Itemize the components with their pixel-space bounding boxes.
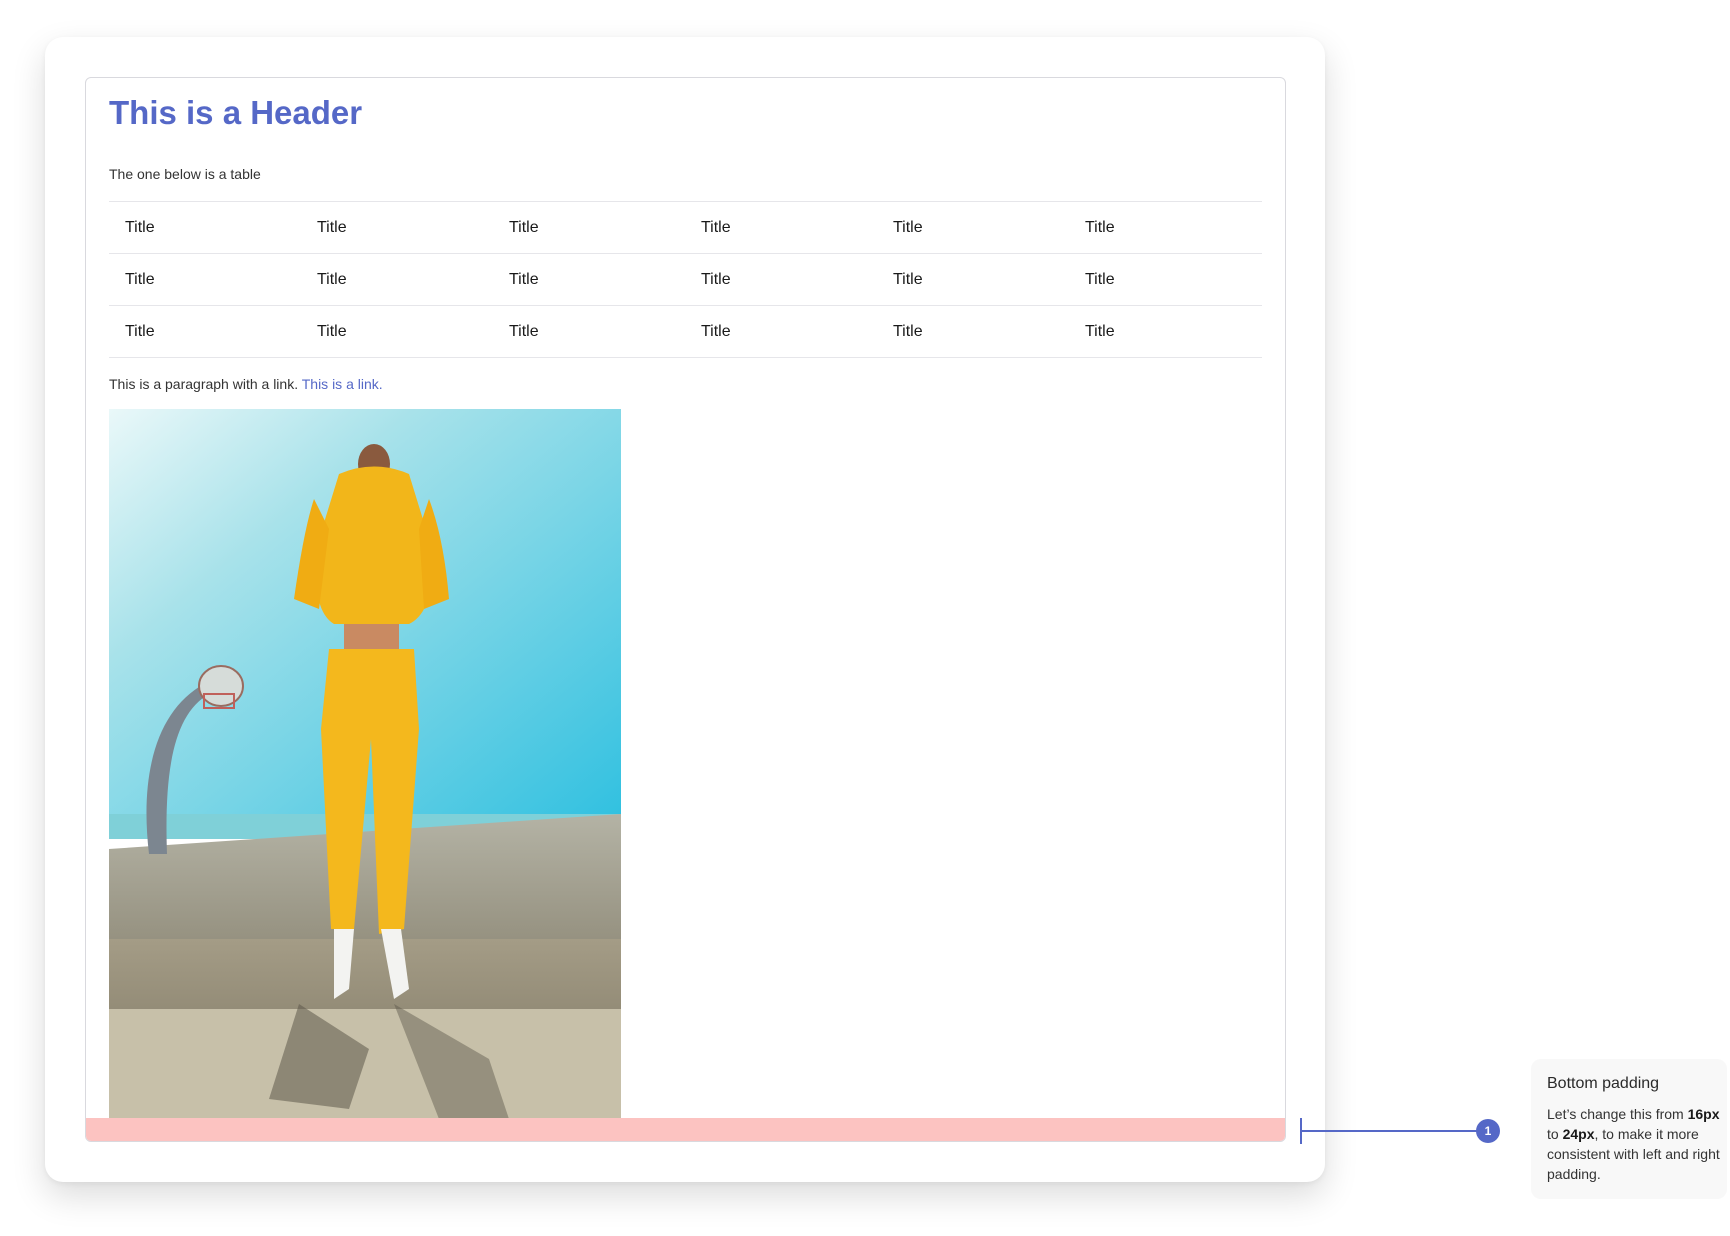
table-row: Title Title Title Title Title Title — [109, 306, 1262, 358]
table-cell: Title — [509, 322, 539, 340]
table-cell: Title — [1085, 322, 1115, 340]
paragraph: This is a paragraph with a link. This is… — [109, 376, 383, 392]
table-cell: Title — [701, 218, 731, 236]
note-body: Let’s change this from 16px to 24px, to … — [1547, 1104, 1723, 1184]
table-row: Title Title Title Title Title Title — [109, 202, 1262, 254]
data-table: Title Title Title Title Title Title Titl… — [109, 201, 1262, 358]
table-cell: Title — [1085, 218, 1115, 236]
table-cell: Title — [317, 322, 347, 340]
note-text: to — [1547, 1126, 1559, 1142]
annotation-connector-line — [1301, 1130, 1477, 1132]
table-cell: Title — [317, 270, 347, 288]
paragraph-text: This is a paragraph with a link. — [109, 376, 299, 392]
table-cell: Title — [317, 218, 347, 236]
paragraph-link[interactable]: This is a link. — [302, 376, 383, 392]
content-panel: This is a Header The one below is a tabl… — [85, 77, 1286, 1142]
table-cell: Title — [509, 270, 539, 288]
photo-illustration — [109, 409, 621, 1119]
note-title: Bottom padding — [1547, 1075, 1660, 1092]
note-to-value: 24px — [1562, 1126, 1595, 1142]
table-cell: Title — [125, 322, 155, 340]
table-cell: Title — [701, 270, 731, 288]
table-cell: Title — [893, 270, 923, 288]
photo — [109, 409, 621, 1119]
table-cell: Title — [701, 322, 731, 340]
annotation-note: Bottom padding Let’s change this from 16… — [1531, 1059, 1727, 1199]
intro-text: The one below is a table — [109, 166, 261, 182]
note-text: Let’s change this from — [1547, 1106, 1684, 1122]
table-row: Title Title Title Title Title Title — [109, 254, 1262, 306]
page-header: This is a Header — [109, 94, 363, 131]
table-cell: Title — [893, 218, 923, 236]
note-from-value: 16px — [1687, 1106, 1720, 1122]
table-cell: Title — [509, 218, 539, 236]
annotation-marker[interactable]: 1 — [1476, 1119, 1500, 1143]
bottom-padding-highlight — [86, 1118, 1285, 1141]
table-cell: Title — [125, 218, 155, 236]
table-cell: Title — [125, 270, 155, 288]
table-cell: Title — [893, 322, 923, 340]
table-cell: Title — [1085, 270, 1115, 288]
